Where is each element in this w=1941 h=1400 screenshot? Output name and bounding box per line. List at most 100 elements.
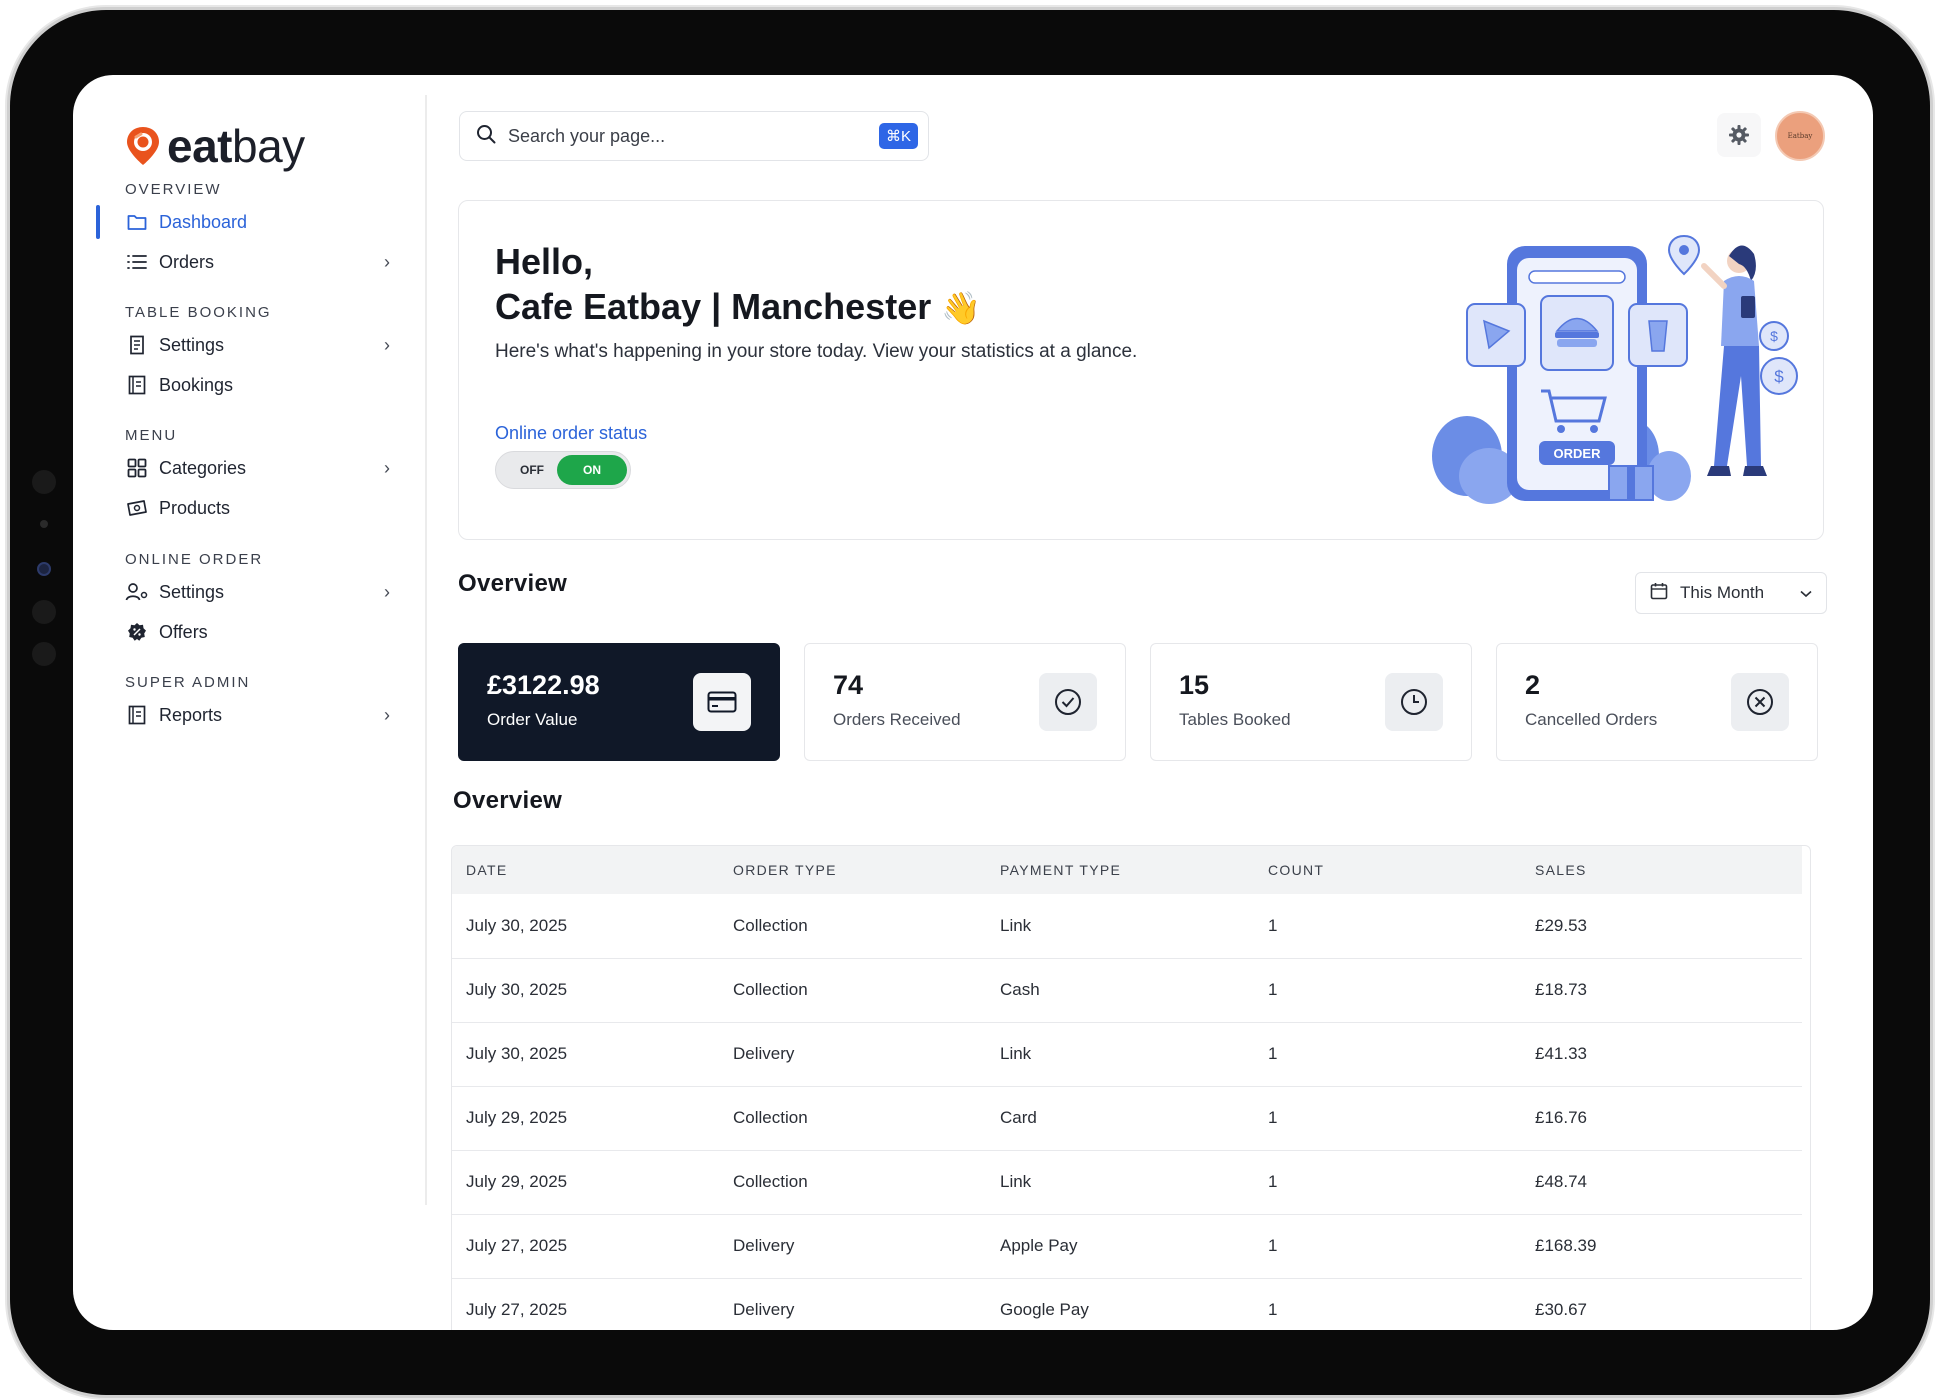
cell-count: 1: [1254, 894, 1521, 959]
sidebar-item-label: Bookings: [159, 374, 234, 395]
svg-text:$: $: [1774, 367, 1784, 386]
settings-button[interactable]: [1717, 113, 1761, 157]
chevron-right-icon: ›: [384, 581, 390, 602]
greeting: Hello,: [495, 241, 594, 282]
stat-card-tables-booked[interactable]: 15 Tables Booked: [1150, 643, 1472, 761]
nav-section-title: MENU: [125, 427, 178, 444]
sidebar-item-label: Orders: [159, 251, 215, 272]
cell-count: 1: [1254, 1086, 1521, 1151]
cell-payment-type: Cash: [986, 958, 1254, 1023]
column-header-sales[interactable]: SALES: [1521, 846, 1802, 894]
stat-card-order-value[interactable]: £3122.98 Order Value: [458, 643, 780, 761]
sidebar-divider: [425, 95, 427, 1205]
orders-table: DATE ORDER TYPE PAYMENT TYPE COUNT SALES…: [451, 845, 1811, 1330]
cell-payment-type: Card: [986, 1086, 1254, 1151]
cell-date: July 30, 2025: [452, 1022, 719, 1087]
stat-value: 15: [1179, 670, 1210, 700]
book-icon: [125, 373, 149, 397]
cell-count: 1: [1254, 1278, 1521, 1330]
percent-badge-icon: [125, 620, 149, 644]
online-order-toggle[interactable]: OFF ON: [495, 451, 631, 489]
toggle-off-label: OFF: [520, 463, 544, 477]
clock-icon: [1385, 673, 1443, 731]
sidebar-item-label: Products: [159, 497, 231, 518]
sidebar-item-label: Dashboard: [159, 211, 248, 232]
cell-payment-type: Link: [986, 1150, 1254, 1215]
cell-order-type: Collection: [719, 1086, 986, 1151]
cell-count: 1: [1254, 1022, 1521, 1087]
stat-label: Tables Booked: [1179, 710, 1291, 729]
column-header-count[interactable]: COUNT: [1254, 846, 1521, 894]
list-icon: [125, 250, 149, 274]
stat-value: 74: [833, 670, 864, 700]
period-select[interactable]: This Month: [1635, 572, 1827, 614]
orders-table-title: Overview: [453, 787, 563, 814]
chevron-right-icon: ›: [384, 457, 390, 478]
active-indicator: [96, 205, 100, 239]
waving-hand-icon: 👋: [941, 290, 982, 326]
sidebar-item-reports[interactable]: Reports ›: [125, 697, 390, 733]
sidebar: eatbay OVERVIEW Dashboard Orders › TABLE…: [73, 75, 423, 1330]
store-name: Cafe Eatbay | Manchester: [495, 286, 932, 327]
sidebar-item-products[interactable]: Products: [125, 490, 390, 526]
nav-section-title: ONLINE ORDER: [125, 551, 264, 568]
cell-count: 1: [1254, 1214, 1521, 1279]
sidebar-item-online-order-settings[interactable]: Settings ›: [125, 574, 390, 610]
calendar-icon: [1650, 582, 1668, 605]
sidebar-item-label: Reports: [159, 704, 223, 725]
stat-card-orders-received[interactable]: 74 Orders Received: [804, 643, 1126, 761]
cell-date: July 29, 2025: [452, 1150, 719, 1215]
sidebar-item-label: Offers: [159, 621, 208, 642]
order-illustration: ORDER $ $: [1432, 234, 1798, 504]
sidebar-item-categories[interactable]: Categories ›: [125, 450, 390, 486]
nav-section-title: TABLE BOOKING: [125, 304, 272, 321]
table-row[interactable]: July 30, 2025 Collection Link 1 £29.53: [452, 894, 1802, 959]
search-bar[interactable]: Search your page... ⌘K: [459, 111, 929, 161]
sidebar-item-label: Settings: [159, 581, 225, 602]
table-row[interactable]: July 27, 2025 Delivery Apple Pay 1 £168.…: [452, 1214, 1802, 1279]
search-shortcut-badge: ⌘K: [878, 123, 918, 149]
sidebar-item-dashboard[interactable]: Dashboard: [125, 204, 390, 240]
table-row[interactable]: July 30, 2025 Delivery Link 1 £41.33: [452, 1022, 1802, 1087]
welcome-banner: Hello, Cafe Eatbay | Manchester 👋 Here's…: [458, 200, 1824, 540]
stat-card-cancelled-orders[interactable]: 2 Cancelled Orders: [1496, 643, 1818, 761]
overview-title: Overview: [458, 570, 568, 597]
stat-label: Order Value: [487, 710, 578, 729]
column-header-date[interactable]: DATE: [452, 846, 719, 894]
chevron-right-icon: ›: [384, 334, 390, 355]
nav-section-title: OVERVIEW: [125, 181, 222, 198]
cell-count: 1: [1254, 958, 1521, 1023]
search-icon: [476, 124, 496, 149]
avatar[interactable]: Eatbay: [1775, 111, 1825, 161]
cell-order-type: Collection: [719, 958, 986, 1023]
sidebar-item-bookings[interactable]: Bookings: [125, 367, 390, 403]
sidebar-item-table-booking-settings[interactable]: Settings ›: [125, 327, 390, 363]
card-icon: [693, 673, 751, 731]
store-name-line: Cafe Eatbay | Manchester 👋: [495, 284, 981, 331]
welcome-subtitle: Here's what's happening in your store to…: [495, 341, 1138, 362]
table-row[interactable]: July 29, 2025 Collection Card 1 £16.76: [452, 1086, 1802, 1151]
cell-sales: £48.74: [1521, 1150, 1802, 1215]
tablet-frame: eatbay OVERVIEW Dashboard Orders › TABLE…: [10, 10, 1930, 1395]
cell-sales: £18.73: [1521, 958, 1802, 1023]
brand-logo[interactable]: eatbay: [125, 119, 305, 173]
column-header-payment-type[interactable]: PAYMENT TYPE: [986, 846, 1254, 894]
table-row[interactable]: July 30, 2025 Collection Cash 1 £18.73: [452, 958, 1802, 1023]
check-circle-icon: [1039, 673, 1097, 731]
search-input[interactable]: Search your page...: [508, 126, 665, 147]
column-header-order-type[interactable]: ORDER TYPE: [719, 846, 986, 894]
cell-sales: £30.67: [1521, 1278, 1802, 1330]
table-row[interactable]: July 29, 2025 Collection Link 1 £48.74: [452, 1150, 1802, 1215]
table-header-row: DATE ORDER TYPE PAYMENT TYPE COUNT SALES: [452, 846, 1802, 894]
sidebar-item-label: Settings: [159, 334, 225, 355]
cell-date: July 27, 2025: [452, 1214, 719, 1279]
app-screen: eatbay OVERVIEW Dashboard Orders › TABLE…: [73, 75, 1873, 1330]
table-row[interactable]: July 27, 2025 Delivery Google Pay 1 £30.…: [452, 1278, 1802, 1330]
illustration-order-label: ORDER: [1554, 446, 1602, 461]
cell-date: July 27, 2025: [452, 1278, 719, 1330]
sidebar-item-offers[interactable]: Offers: [125, 614, 390, 650]
sidebar-item-orders[interactable]: Orders ›: [125, 244, 390, 280]
page-title: Hello, Cafe Eatbay | Manchester 👋: [495, 239, 981, 331]
brand-name: eatbay: [167, 120, 305, 172]
chevron-right-icon: ›: [384, 251, 390, 272]
